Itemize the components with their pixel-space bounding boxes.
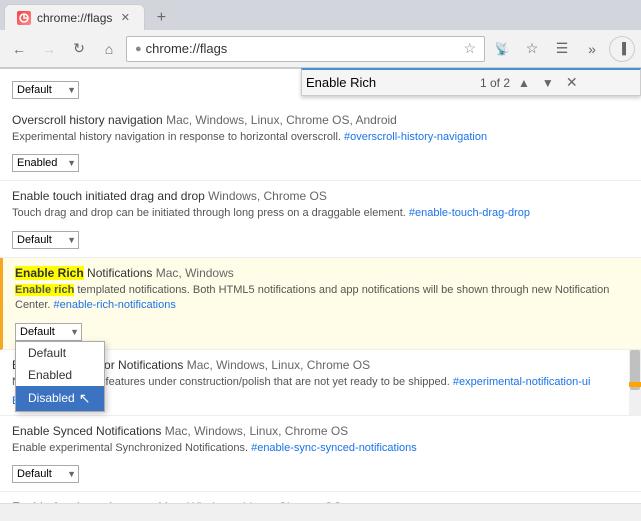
- flag-desc-overscroll: Experimental history navigation in respo…: [12, 130, 629, 145]
- new-tab-button[interactable]: +: [149, 6, 173, 30]
- forward-button[interactable]: →: [36, 36, 62, 62]
- flag-title-app-launcher: Enable App Launcher sync Mac, Windows, L…: [12, 500, 629, 503]
- cast-button[interactable]: 📡: [489, 36, 515, 62]
- more-button[interactable]: »: [579, 36, 605, 62]
- address-bar-icon: ●: [135, 43, 142, 55]
- flag-desc-highlight: Enable rich: [15, 284, 74, 296]
- flag-desc-touch-drag: Touch drag and drop can be initiated thr…: [12, 206, 629, 221]
- tab-close-button[interactable]: ✕: [118, 11, 132, 25]
- tab-bar: chrome://flags ✕ +: [0, 0, 641, 30]
- scroll-highlight: [629, 382, 641, 387]
- dropdown-option-default[interactable]: Default: [16, 342, 104, 364]
- flag-desc-synced-notifications: Enable experimental Synchronized Notific…: [12, 441, 629, 456]
- search-down-button[interactable]: ▼: [538, 74, 558, 92]
- back-button[interactable]: ←: [6, 36, 32, 62]
- dropdown-option-enabled[interactable]: Enabled: [16, 364, 104, 386]
- star-icon: ☆: [463, 40, 476, 57]
- search-input[interactable]: Enable Rich: [306, 75, 476, 90]
- cursor-indicator: ↖: [79, 390, 91, 407]
- reload-button[interactable]: ↻: [66, 36, 92, 62]
- sidebar-button[interactable]: ▐: [609, 36, 635, 62]
- flag-desc-rich-notifications: Enable rich templated notifications. Bot…: [15, 283, 629, 314]
- flag-link-rich-notifications[interactable]: #enable-rich-notifications: [54, 299, 176, 311]
- flag-title-synced-notifications: Enable Synced Notifications Mac, Windows…: [12, 424, 629, 438]
- flag-item-overscroll: Overscroll history navigation Mac, Windo…: [0, 105, 641, 181]
- synced-select-wrapper: Default Enabled Disabled ▼: [12, 465, 79, 483]
- flag-link-notification-ui[interactable]: #experimental-notification-ui: [453, 376, 591, 388]
- search-up-button[interactable]: ▲: [514, 74, 534, 92]
- overscroll-select-wrapper: Default Enabled Disabled ▼: [12, 154, 79, 172]
- status-bar: [0, 503, 641, 521]
- flag-title-highlight: Enable Rich: [15, 266, 84, 280]
- flags-content-area: Default Enabled Disabled ▼ Overscroll hi…: [0, 68, 641, 503]
- scroll-bar-notification[interactable]: [629, 350, 641, 415]
- flag-link-synced-notifications[interactable]: #enable-sync-synced-notifications: [251, 442, 417, 454]
- flag-title-overscroll: Overscroll history navigation Mac, Windo…: [12, 113, 629, 127]
- tab-title: chrome://flags: [37, 11, 112, 25]
- search-count: 1 of 2: [480, 76, 510, 90]
- rich-notifications-select-wrapper: Default Enabled Disabled ▼: [15, 323, 82, 341]
- touch-drag-select-wrapper: Default Enabled Disabled ▼: [12, 231, 79, 249]
- address-bar[interactable]: ● chrome://flags ☆: [126, 36, 485, 62]
- flag-item-rich-notifications: Enable Rich Notifications Mac, Windows E…: [0, 258, 641, 350]
- top-default-select[interactable]: Default Enabled Disabled: [12, 81, 79, 99]
- flag-link-touch-drag[interactable]: #enable-touch-drag-drop: [409, 207, 530, 219]
- rich-notifications-select[interactable]: Default Enabled Disabled: [15, 323, 82, 341]
- search-close-button[interactable]: ✕: [562, 72, 582, 93]
- flag-title-rich-notifications: Enable Rich Notifications Mac, Windows: [15, 266, 629, 280]
- flag-link-overscroll[interactable]: #overscroll-history-navigation: [344, 131, 487, 143]
- nav-bar: ← → ↻ ⌂ ● chrome://flags ☆ 📡 ☆ ☰ » ▐: [0, 30, 641, 68]
- search-bar: Enable Rich 1 of 2 ▲ ▼ ✕: [301, 68, 641, 96]
- address-input[interactable]: chrome://flags: [146, 41, 460, 56]
- synced-select[interactable]: Default Enabled Disabled: [12, 465, 79, 483]
- browser-frame: chrome://flags ✕ + ← → ↻ ⌂ ● chrome://fl…: [0, 0, 641, 521]
- rich-notifications-dropdown-open: Default Enabled Disabled ▼ Default Enabl…: [15, 319, 629, 341]
- flag-title-touch-drag: Enable touch initiated drag and drop Win…: [12, 189, 629, 203]
- flag-item-synced-notifications: Enable Synced Notifications Mac, Windows…: [0, 416, 641, 492]
- home-button[interactable]: ⌂: [96, 36, 122, 62]
- dropdown-option-disabled[interactable]: Disabled ↖: [16, 386, 104, 411]
- menu-button[interactable]: ☰: [549, 36, 575, 62]
- tab-favicon: [17, 11, 31, 25]
- flag-item-touch-drag: Enable touch initiated drag and drop Win…: [0, 181, 641, 257]
- touch-drag-select[interactable]: Default Enabled Disabled: [12, 231, 79, 249]
- flag-item-app-launcher: Enable App Launcher sync Mac, Windows, L…: [0, 492, 641, 503]
- top-select-wrapper: Default Enabled Disabled ▼: [12, 81, 79, 99]
- rich-notifications-dropdown-menu: Default Enabled Disabled ↖: [15, 341, 105, 412]
- bookmark-button[interactable]: ☆: [519, 36, 545, 62]
- overscroll-select[interactable]: Default Enabled Disabled: [12, 154, 79, 172]
- active-tab[interactable]: chrome://flags ✕: [4, 4, 145, 30]
